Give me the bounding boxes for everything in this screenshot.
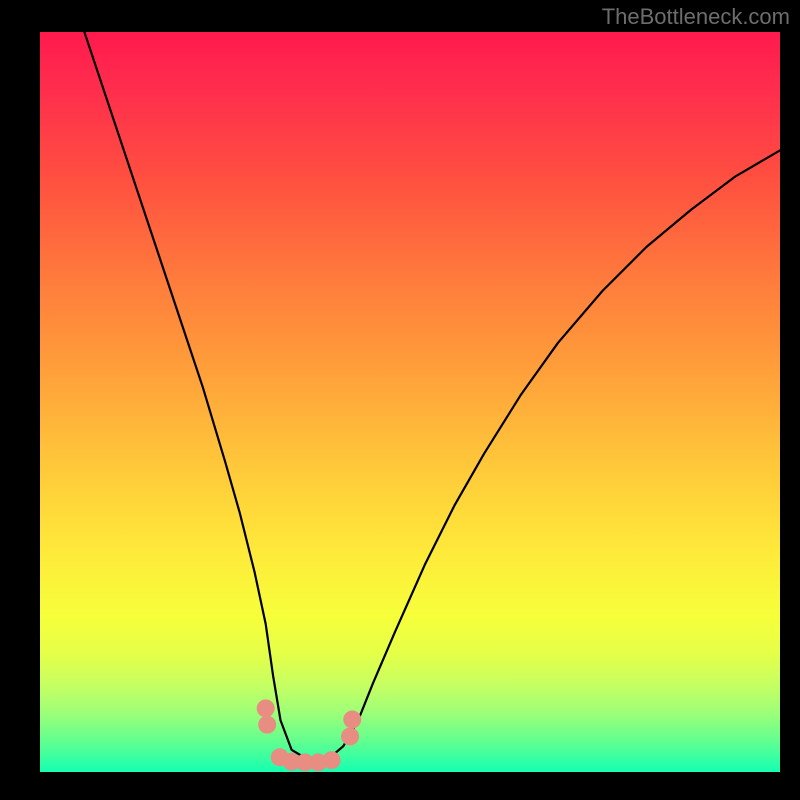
highlight-marker-group [257,699,362,771]
plot-area [40,32,780,772]
highlight-marker [323,751,341,769]
curve-layer [40,32,780,772]
bottleneck-curve [84,32,780,762]
highlight-marker [257,699,275,717]
chart-frame: TheBottleneck.com [0,0,800,800]
highlight-marker [343,710,361,728]
highlight-marker [258,716,276,734]
highlight-marker [341,727,359,745]
watermark-text: TheBottleneck.com [602,4,790,30]
